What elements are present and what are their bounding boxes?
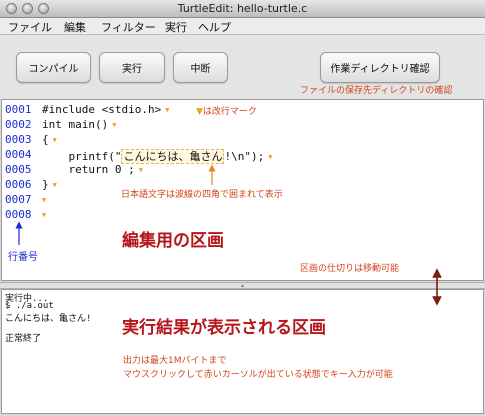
annotation-arrows xyxy=(15,164,442,306)
